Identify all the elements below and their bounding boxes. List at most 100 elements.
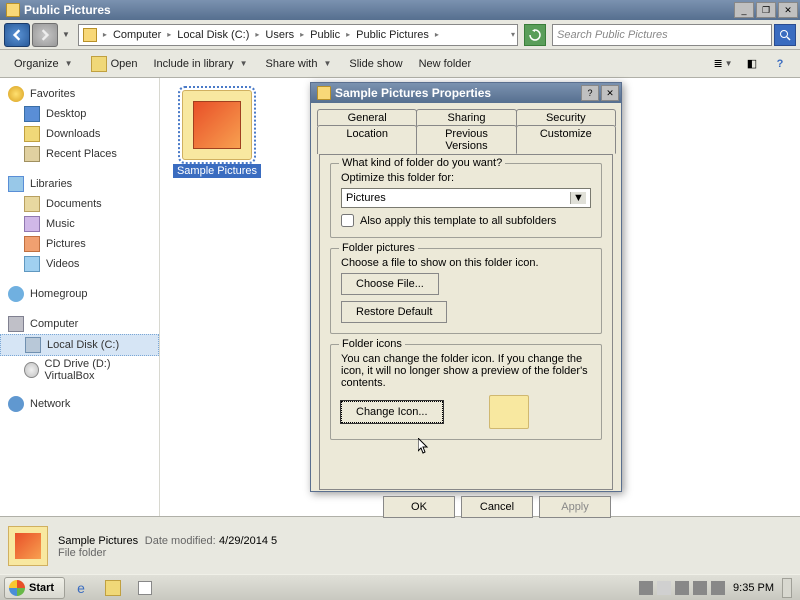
folder-open-icon [91, 56, 107, 72]
library-icon [8, 176, 24, 192]
search-placeholder: Search Public Pictures [557, 29, 668, 41]
breadcrumb-seg[interactable]: Users [261, 25, 298, 45]
choose-file-button[interactable]: Choose File... [341, 273, 439, 295]
tab-panel-customize: What kind of folder do you want? Optimiz… [319, 154, 613, 490]
new-folder-button[interactable]: New folder [413, 55, 478, 73]
sidebar-item-local-disk[interactable]: Local Disk (C:) [0, 334, 159, 356]
sidebar-item-pictures[interactable]: Pictures [0, 234, 159, 254]
tab-security[interactable]: Security [516, 109, 616, 126]
breadcrumb-seg[interactable]: Public Pictures [352, 25, 433, 45]
tray-clock[interactable]: 9:35 PM [729, 582, 778, 594]
taskbar: Start e 9:35 PM [0, 574, 800, 600]
documents-icon [24, 196, 40, 212]
tab-location[interactable]: Location [317, 125, 417, 154]
tray-network-icon[interactable] [693, 581, 707, 595]
system-tray: 9:35 PM [639, 578, 796, 598]
dialog-title: Sample Pictures Properties [335, 86, 581, 100]
back-button[interactable] [4, 23, 30, 47]
address-bar[interactable]: ▸ Computer▸ Local Disk (C:)▸ Users▸ Publ… [78, 24, 518, 46]
chevron-down-icon: ▼ [570, 192, 586, 204]
optimize-for-dropdown[interactable]: Pictures ▼ [341, 188, 591, 208]
sidebar-item-documents[interactable]: Documents [0, 194, 159, 214]
nav-sidebar: Favorites Desktop Downloads Recent Place… [0, 78, 160, 516]
folder-icon [83, 28, 97, 42]
downloads-icon [24, 126, 40, 142]
tray-icon[interactable] [639, 581, 653, 595]
taskbar-explorer[interactable] [98, 577, 128, 599]
open-button[interactable]: Open [85, 53, 144, 75]
sidebar-network[interactable]: Network [0, 394, 159, 414]
include-in-library-button[interactable]: Include in library ▼ [147, 55, 255, 73]
desktop-icon [24, 106, 40, 122]
folder-thumbnail [182, 90, 252, 160]
network-icon [8, 396, 24, 412]
folder-icon [317, 86, 331, 100]
tab-general[interactable]: General [317, 109, 417, 126]
tray-flag-icon[interactable] [657, 581, 671, 595]
tab-customize[interactable]: Customize [516, 125, 616, 154]
search-input[interactable]: Search Public Pictures [552, 24, 772, 46]
window-titlebar: Public Pictures _ ❐ ✕ [0, 0, 800, 20]
apply-subfolders-checkbox[interactable]: Also apply this template to all subfolde… [341, 214, 591, 227]
search-button[interactable] [774, 24, 796, 46]
address-dropdown[interactable]: ▾ [509, 30, 517, 39]
apply-button[interactable]: Apply [539, 496, 611, 518]
videos-icon [24, 256, 40, 272]
dialog-help-button[interactable]: ? [581, 85, 599, 101]
sidebar-item-videos[interactable]: Videos [0, 254, 159, 274]
close-button[interactable]: ✕ [778, 2, 798, 18]
sidebar-homegroup[interactable]: Homegroup [0, 284, 159, 304]
help-button[interactable]: ? [770, 54, 790, 74]
groupbox-folder-pictures: Folder pictures Choose a file to show on… [330, 248, 602, 334]
tab-sharing[interactable]: Sharing [416, 109, 516, 126]
change-icon-button[interactable]: Change Icon... [341, 401, 443, 423]
recent-icon [24, 146, 40, 162]
share-with-button[interactable]: Share with ▼ [260, 55, 340, 73]
music-icon [24, 216, 40, 232]
folder-icon [105, 580, 121, 596]
groupbox-folder-icons: Folder icons You can change the folder i… [330, 344, 602, 440]
sidebar-item-recent-places[interactable]: Recent Places [0, 144, 159, 164]
organize-button[interactable]: Organize ▼ [8, 55, 81, 73]
minimize-button[interactable]: _ [734, 2, 754, 18]
tray-icon[interactable] [675, 581, 689, 595]
sidebar-computer[interactable]: Computer [0, 314, 159, 334]
show-desktop-button[interactable] [782, 578, 792, 598]
tray-volume-icon[interactable] [711, 581, 725, 595]
command-toolbar: Organize ▼ Open Include in library ▼ Sha… [0, 50, 800, 78]
sidebar-item-cd-drive[interactable]: CD Drive (D:) VirtualBox [0, 356, 159, 384]
pictures-icon [24, 236, 40, 252]
folder-label: Sample Pictures [173, 164, 261, 178]
sidebar-item-music[interactable]: Music [0, 214, 159, 234]
groupbox-folder-kind: What kind of folder do you want? Optimiz… [330, 163, 602, 238]
sidebar-favorites[interactable]: Favorites [0, 84, 159, 104]
dialog-close-button[interactable]: ✕ [601, 85, 619, 101]
slide-show-button[interactable]: Slide show [343, 55, 408, 73]
cd-icon [24, 362, 39, 378]
details-type: File folder [58, 547, 277, 559]
start-button[interactable]: Start [4, 577, 65, 599]
breadcrumb-seg[interactable]: Local Disk (C:) [173, 25, 253, 45]
view-options-button[interactable]: ≣ ▼ [714, 54, 734, 74]
cancel-button[interactable]: Cancel [461, 496, 533, 518]
preview-pane-button[interactable]: ◧ [742, 54, 762, 74]
restore-button[interactable]: ❐ [756, 2, 776, 18]
ok-button[interactable]: OK [383, 496, 455, 518]
sidebar-item-downloads[interactable]: Downloads [0, 124, 159, 144]
forward-button[interactable] [32, 23, 58, 47]
nav-history-dropdown[interactable]: ▼ [60, 30, 72, 39]
breadcrumb-seg[interactable]: Computer [109, 25, 165, 45]
sidebar-libraries[interactable]: Libraries [0, 174, 159, 194]
taskbar-ie[interactable]: e [66, 577, 96, 599]
breadcrumb-seg[interactable]: Public [306, 25, 344, 45]
tab-previous-versions[interactable]: Previous Versions [416, 125, 516, 154]
folder-icon-preview [489, 395, 529, 429]
restore-default-button[interactable]: Restore Default [341, 301, 447, 323]
taskbar-app[interactable] [130, 577, 160, 599]
nav-bar: ▼ ▸ Computer▸ Local Disk (C:)▸ Users▸ Pu… [0, 20, 800, 50]
folder-item-sample-pictures[interactable]: Sample Pictures [172, 90, 262, 178]
windows-orb-icon [9, 580, 25, 596]
sidebar-item-desktop[interactable]: Desktop [0, 104, 159, 124]
star-icon [8, 86, 24, 102]
refresh-button[interactable] [524, 24, 546, 46]
